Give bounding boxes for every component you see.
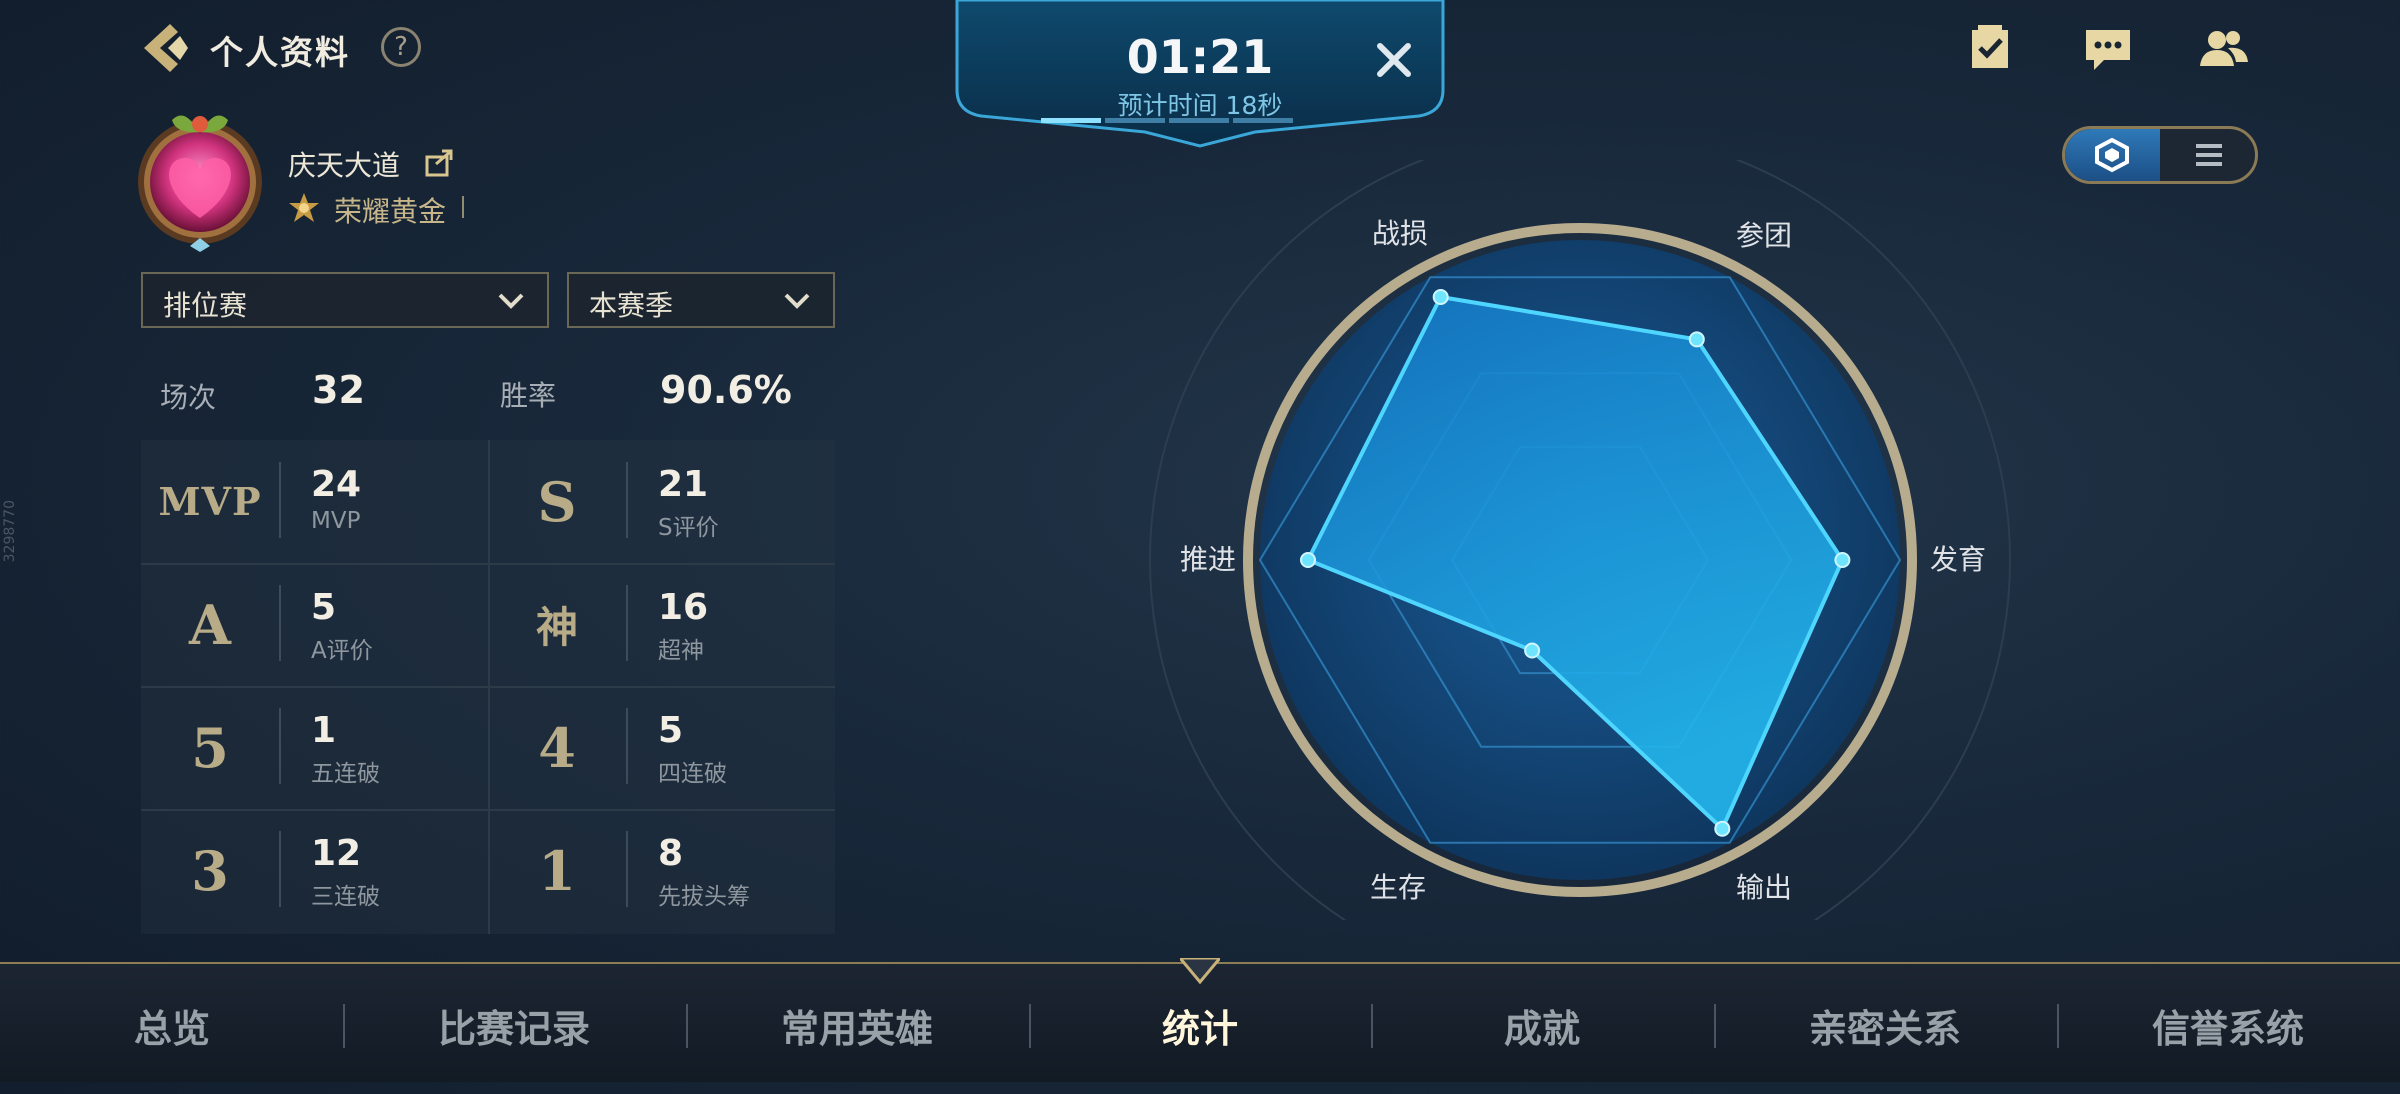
stat-value: 8 [658, 833, 684, 874]
stat-s-rating: S 21 S评价 [488, 440, 835, 563]
stat-caption: A评价 [311, 638, 373, 664]
task-checklist-icon[interactable] [1964, 22, 2016, 74]
radar-point-3 [1714, 820, 1731, 837]
active-tab-marker-icon [1180, 958, 1220, 984]
page-title: 个人资料 [210, 33, 350, 72]
four-badge-icon: 4 [538, 715, 576, 780]
friends-icon[interactable] [2198, 24, 2250, 76]
five-badge-icon: 5 [191, 715, 229, 780]
radar-axis-label: 推进 [1180, 543, 1237, 576]
help-icon[interactable]: ? [381, 27, 421, 67]
radar-axis-label: 参团 [1736, 219, 1793, 252]
stat-value: 5 [311, 587, 337, 628]
close-icon[interactable] [1372, 38, 1416, 82]
winrate-value: 90.6% [660, 368, 792, 412]
rank-name: 荣耀黄金 [334, 195, 447, 228]
stat-triple-kill: 3 12 三连破 [141, 809, 488, 932]
hexagon-icon [2095, 137, 2129, 173]
tab-intimacy[interactable]: 亲密关系 [1735, 964, 2035, 1082]
radar-axis-label: 发育 [1930, 543, 1987, 576]
avatar[interactable] [132, 106, 268, 252]
stat-quadra-kill: 4 5 四连破 [488, 686, 835, 809]
stat-value: 1 [311, 710, 337, 751]
tab-common-heroes[interactable]: 常用英雄 [707, 964, 1007, 1082]
matches-value: 32 [312, 368, 365, 412]
radar-chart [1149, 160, 2011, 920]
stat-value: 12 [311, 833, 362, 874]
season-dropdown[interactable]: 本赛季 [567, 272, 835, 328]
radar-axis-label: 战损 [1372, 217, 1429, 250]
tab-match-history[interactable]: 比赛记录 [364, 964, 664, 1082]
stat-value: 5 [658, 710, 684, 751]
share-icon[interactable] [424, 146, 456, 178]
list-icon [2196, 144, 2222, 166]
radar-point-5 [1300, 552, 1316, 568]
rank-divider [462, 196, 464, 218]
radar-view-button[interactable] [2065, 129, 2160, 181]
chevron-down-icon [784, 293, 810, 309]
stat-caption: 四连破 [658, 761, 727, 787]
mvp-badge-icon: MVP [158, 479, 262, 524]
list-view-button[interactable] [2162, 129, 2255, 181]
radar-point-1 [1688, 331, 1705, 348]
stat-caption: 五连破 [311, 761, 380, 787]
stat-value: 16 [658, 587, 709, 628]
stat-first-blood: 1 8 先拔头筹 [488, 809, 835, 932]
stat-caption: 超神 [658, 638, 704, 664]
matches-label: 场次 [160, 381, 217, 414]
radar-point-2 [1834, 552, 1851, 568]
a-badge-icon: A [189, 592, 231, 657]
stat-mvp: MVP 24 MVP [141, 440, 488, 563]
three-badge-icon: 3 [191, 838, 229, 903]
player-name: 庆天大道 [288, 149, 401, 182]
mode-dropdown[interactable]: 排位赛 [141, 272, 549, 328]
radar-point-6 [1432, 289, 1449, 305]
side-id-text: 3298770 [2, 500, 18, 563]
stat-godlike: 神 16 超神 [488, 563, 835, 686]
stat-caption: MVP [311, 508, 361, 534]
one-badge-icon: 1 [538, 838, 576, 903]
stat-value: 21 [658, 464, 709, 505]
tab-achievements[interactable]: 成就 [1392, 964, 1692, 1082]
mode-dropdown-label: 排位赛 [163, 289, 248, 322]
tab-credit-system[interactable]: 信誉系统 [2078, 964, 2378, 1082]
s-badge-icon: S [537, 469, 577, 534]
stat-caption: S评价 [658, 515, 719, 541]
stat-a-rating: A 5 A评价 [141, 563, 488, 686]
godlike-badge-icon: 神 [535, 603, 578, 652]
back-arrow-icon[interactable] [140, 22, 190, 74]
winrate-label: 胜率 [500, 379, 557, 412]
stat-value: 24 [311, 464, 362, 505]
timer-estimate: 预计时间 18秒 [1117, 91, 1283, 120]
stat-caption: 先拔头筹 [658, 884, 750, 910]
view-mode-toggle[interactable] [2062, 126, 2258, 184]
radar-axis-label: 输出 [1736, 871, 1793, 904]
stats-grid: MVP 24 MVP S 21 S评价 A 5 A评价 神 16 超神 5 1 … [141, 440, 835, 934]
tab-overview[interactable]: 总览 [22, 964, 322, 1082]
chevron-down-icon [498, 293, 524, 309]
chat-icon[interactable] [2082, 24, 2134, 76]
radar-point-4 [1524, 642, 1541, 659]
stat-caption: 三连破 [311, 884, 380, 910]
radar-axis-label: 生存 [1370, 871, 1427, 904]
rank-gold-icon [289, 193, 319, 222]
stat-penta-kill: 5 1 五连破 [141, 686, 488, 809]
season-dropdown-label: 本赛季 [589, 289, 674, 322]
